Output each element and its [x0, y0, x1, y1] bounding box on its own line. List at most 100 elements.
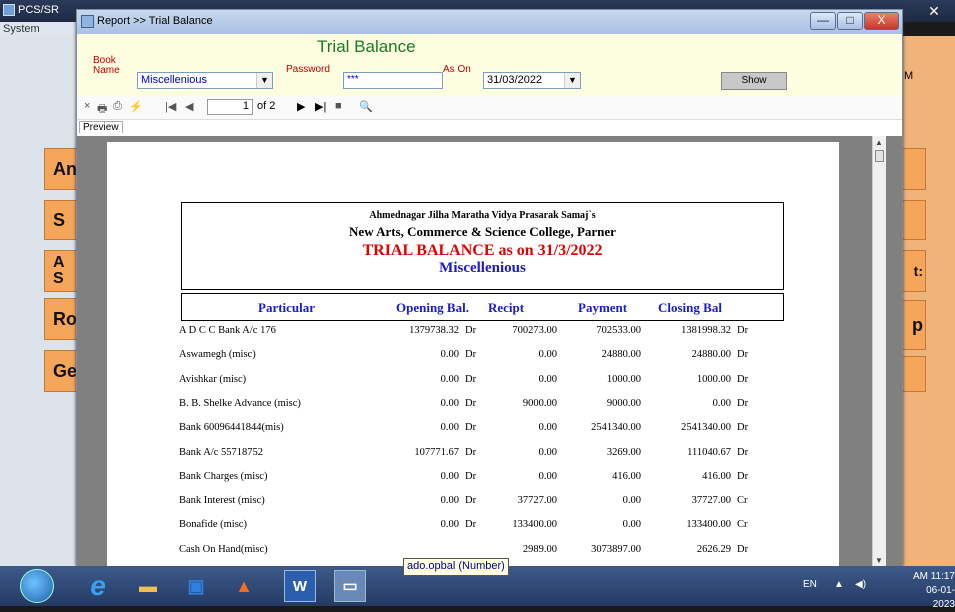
row-payment: 3073897.00 — [591, 543, 641, 555]
row-opening: 0.00 — [440, 422, 459, 434]
show-button[interactable]: Show — [721, 72, 787, 90]
row-opening: 0.00 — [440, 470, 459, 482]
chevron-down-icon[interactable]: ▼ — [256, 73, 272, 88]
row-opening: 0.00 — [440, 373, 459, 385]
last-page-icon[interactable]: ▶| — [315, 100, 326, 113]
side-button-3[interactable]: A S — [44, 250, 78, 292]
right-button-2[interactable] — [902, 200, 926, 240]
side-button-5[interactable]: Ge — [44, 350, 78, 392]
row-opening: 0.00 — [440, 495, 459, 507]
row-closing: 2626.29 — [696, 543, 731, 555]
row-particular: Bank 60096441844(mis) — [179, 422, 284, 434]
page-of-label: of 2 — [257, 100, 276, 112]
media-icon[interactable]: ▣ — [182, 572, 210, 600]
search-icon[interactable]: 🔍 — [359, 100, 373, 113]
row-payment: 1000.00 — [606, 373, 641, 385]
row-particular: B. B. Shelke Advance (misc) — [179, 397, 301, 409]
ie-icon[interactable]: e — [84, 570, 112, 601]
maximize-button[interactable]: □ — [837, 12, 863, 30]
row-opening-type: Dr — [465, 373, 477, 385]
vertical-scrollbar[interactable]: ▲ ▼ — [872, 136, 886, 567]
prev-page-icon[interactable]: ◀ — [185, 100, 193, 113]
as-on-date-picker[interactable]: 31/03/2022 ▼ — [483, 72, 581, 89]
col-opening: Opening Bal. — [396, 300, 469, 315]
password-input[interactable]: *** — [343, 72, 443, 89]
row-closing: 133400.00 — [686, 519, 731, 531]
volume-icon[interactable]: ◀) — [855, 579, 866, 590]
report-header: Ahmednagar Jilha Maratha Vidya Prasarak … — [181, 202, 784, 290]
right-button-3[interactable]: t: — [902, 250, 926, 292]
close-report-icon[interactable]: × — [84, 100, 90, 112]
window-icon — [81, 15, 94, 28]
word-icon[interactable]: W — [284, 570, 316, 602]
row-closing-type: Dr — [737, 422, 749, 434]
row-payment: 2541340.00 — [591, 422, 641, 434]
table-row: Bonafide (misc) 0.00 Dr 133400.00 0.00 133400… — [107, 519, 839, 537]
stop-icon[interactable]: ■ — [335, 100, 342, 112]
col-payment: Payment — [578, 300, 628, 315]
clock-date: 06-01-2023 — [926, 585, 955, 610]
row-payment: 24880.00 — [601, 349, 641, 361]
first-page-icon[interactable]: |◀ — [165, 100, 176, 113]
row-opening-type: Dr — [465, 495, 477, 507]
row-closing: 37727.00 — [691, 495, 731, 507]
form-heading: Trial Balance — [317, 37, 416, 56]
vlc-icon[interactable]: ▲ — [230, 572, 258, 600]
language-indicator[interactable]: EN — [803, 579, 817, 590]
row-recipt: 0.00 — [538, 373, 557, 385]
lightning-icon[interactable]: ⚡ — [129, 100, 143, 113]
minimize-button[interactable]: — — [810, 12, 836, 30]
row-closing: 111040.67 — [687, 446, 731, 458]
next-page-icon[interactable]: ▶ — [297, 100, 305, 113]
table-row: Aswamegh (misc) 0.00 Dr 0.00 24880.00 24880.0… — [107, 349, 839, 367]
report-toolbar: × 🖶 ⎙ ⚡ |◀ ◀ 1 of 2 ▶ ▶| ■ 🔍 — [77, 96, 902, 120]
row-closing: 0.00 — [712, 397, 731, 409]
tab-strip: Preview — [77, 120, 902, 136]
row-particular: A D C C Bank A/c 176 — [179, 325, 276, 336]
row-recipt: 0.00 — [538, 446, 557, 458]
window-taskbar-icon[interactable]: ▭ — [334, 570, 366, 602]
book-title: Miscellenious — [439, 260, 526, 276]
side-button-4[interactable]: Ro — [44, 298, 78, 340]
row-particular: Bank Interest (misc) — [179, 495, 265, 507]
row-closing-type: Dr — [737, 325, 749, 336]
scroll-thumb[interactable] — [875, 150, 884, 162]
row-recipt: 700273.00 — [512, 325, 557, 336]
close-button[interactable]: X — [864, 12, 899, 30]
row-payment: 702533.00 — [596, 325, 641, 336]
right-button-4[interactable]: p — [902, 300, 926, 350]
page-number-input[interactable]: 1 — [207, 99, 253, 115]
row-opening: 0.00 — [440, 519, 459, 531]
right-button-1[interactable] — [902, 148, 926, 190]
col-particular: Particular — [258, 300, 316, 315]
field-tooltip: ado.opbal (Number) — [403, 558, 509, 576]
outer-menubar: System — [0, 22, 80, 36]
row-particular: Bonafide (misc) — [179, 519, 247, 531]
col-closing: Closing Bal — [658, 300, 722, 315]
college-name: New Arts, Commerce & Science College, Pa… — [349, 224, 616, 239]
start-button[interactable] — [20, 569, 54, 603]
table-row: Bank 60096441844(mis) 0.00 Dr 0.00 2541340.0… — [107, 422, 839, 440]
row-closing-type: Cr — [737, 495, 748, 507]
tab-preview[interactable]: Preview — [79, 121, 123, 133]
book-name-select[interactable]: Miscellenious ▼ — [137, 72, 273, 89]
scroll-up-icon[interactable]: ▲ — [875, 138, 883, 147]
row-opening-type: Dr — [465, 422, 477, 434]
side-button-1[interactable]: An — [44, 148, 78, 190]
outer-close-button[interactable]: ✕ — [919, 2, 949, 20]
tray-up-icon[interactable]: ▲ — [834, 579, 844, 590]
export-icon[interactable]: ⎙ — [113, 100, 122, 113]
menu-system[interactable]: System — [3, 23, 40, 35]
col-recipt: Recipt — [488, 300, 525, 315]
row-opening-type: Dr — [465, 446, 477, 458]
table-row: Bank Charges (misc) 0.00 Dr 0.00 416.00 416.0… — [107, 471, 839, 489]
table-row: Avishkar (misc) 0.00 Dr 0.00 1000.00 1000.00 D… — [107, 374, 839, 392]
chevron-down-icon[interactable]: ▼ — [564, 73, 580, 88]
side-button-2[interactable]: S — [44, 200, 78, 240]
folder-icon[interactable]: ▬ — [134, 572, 162, 600]
print-icon[interactable]: 🖶 — [97, 100, 107, 119]
scroll-down-icon[interactable]: ▼ — [875, 556, 883, 565]
row-recipt: 2989.00 — [522, 543, 557, 555]
row-opening: 1379738.32 — [409, 325, 459, 336]
right-button-5[interactable] — [902, 356, 926, 392]
